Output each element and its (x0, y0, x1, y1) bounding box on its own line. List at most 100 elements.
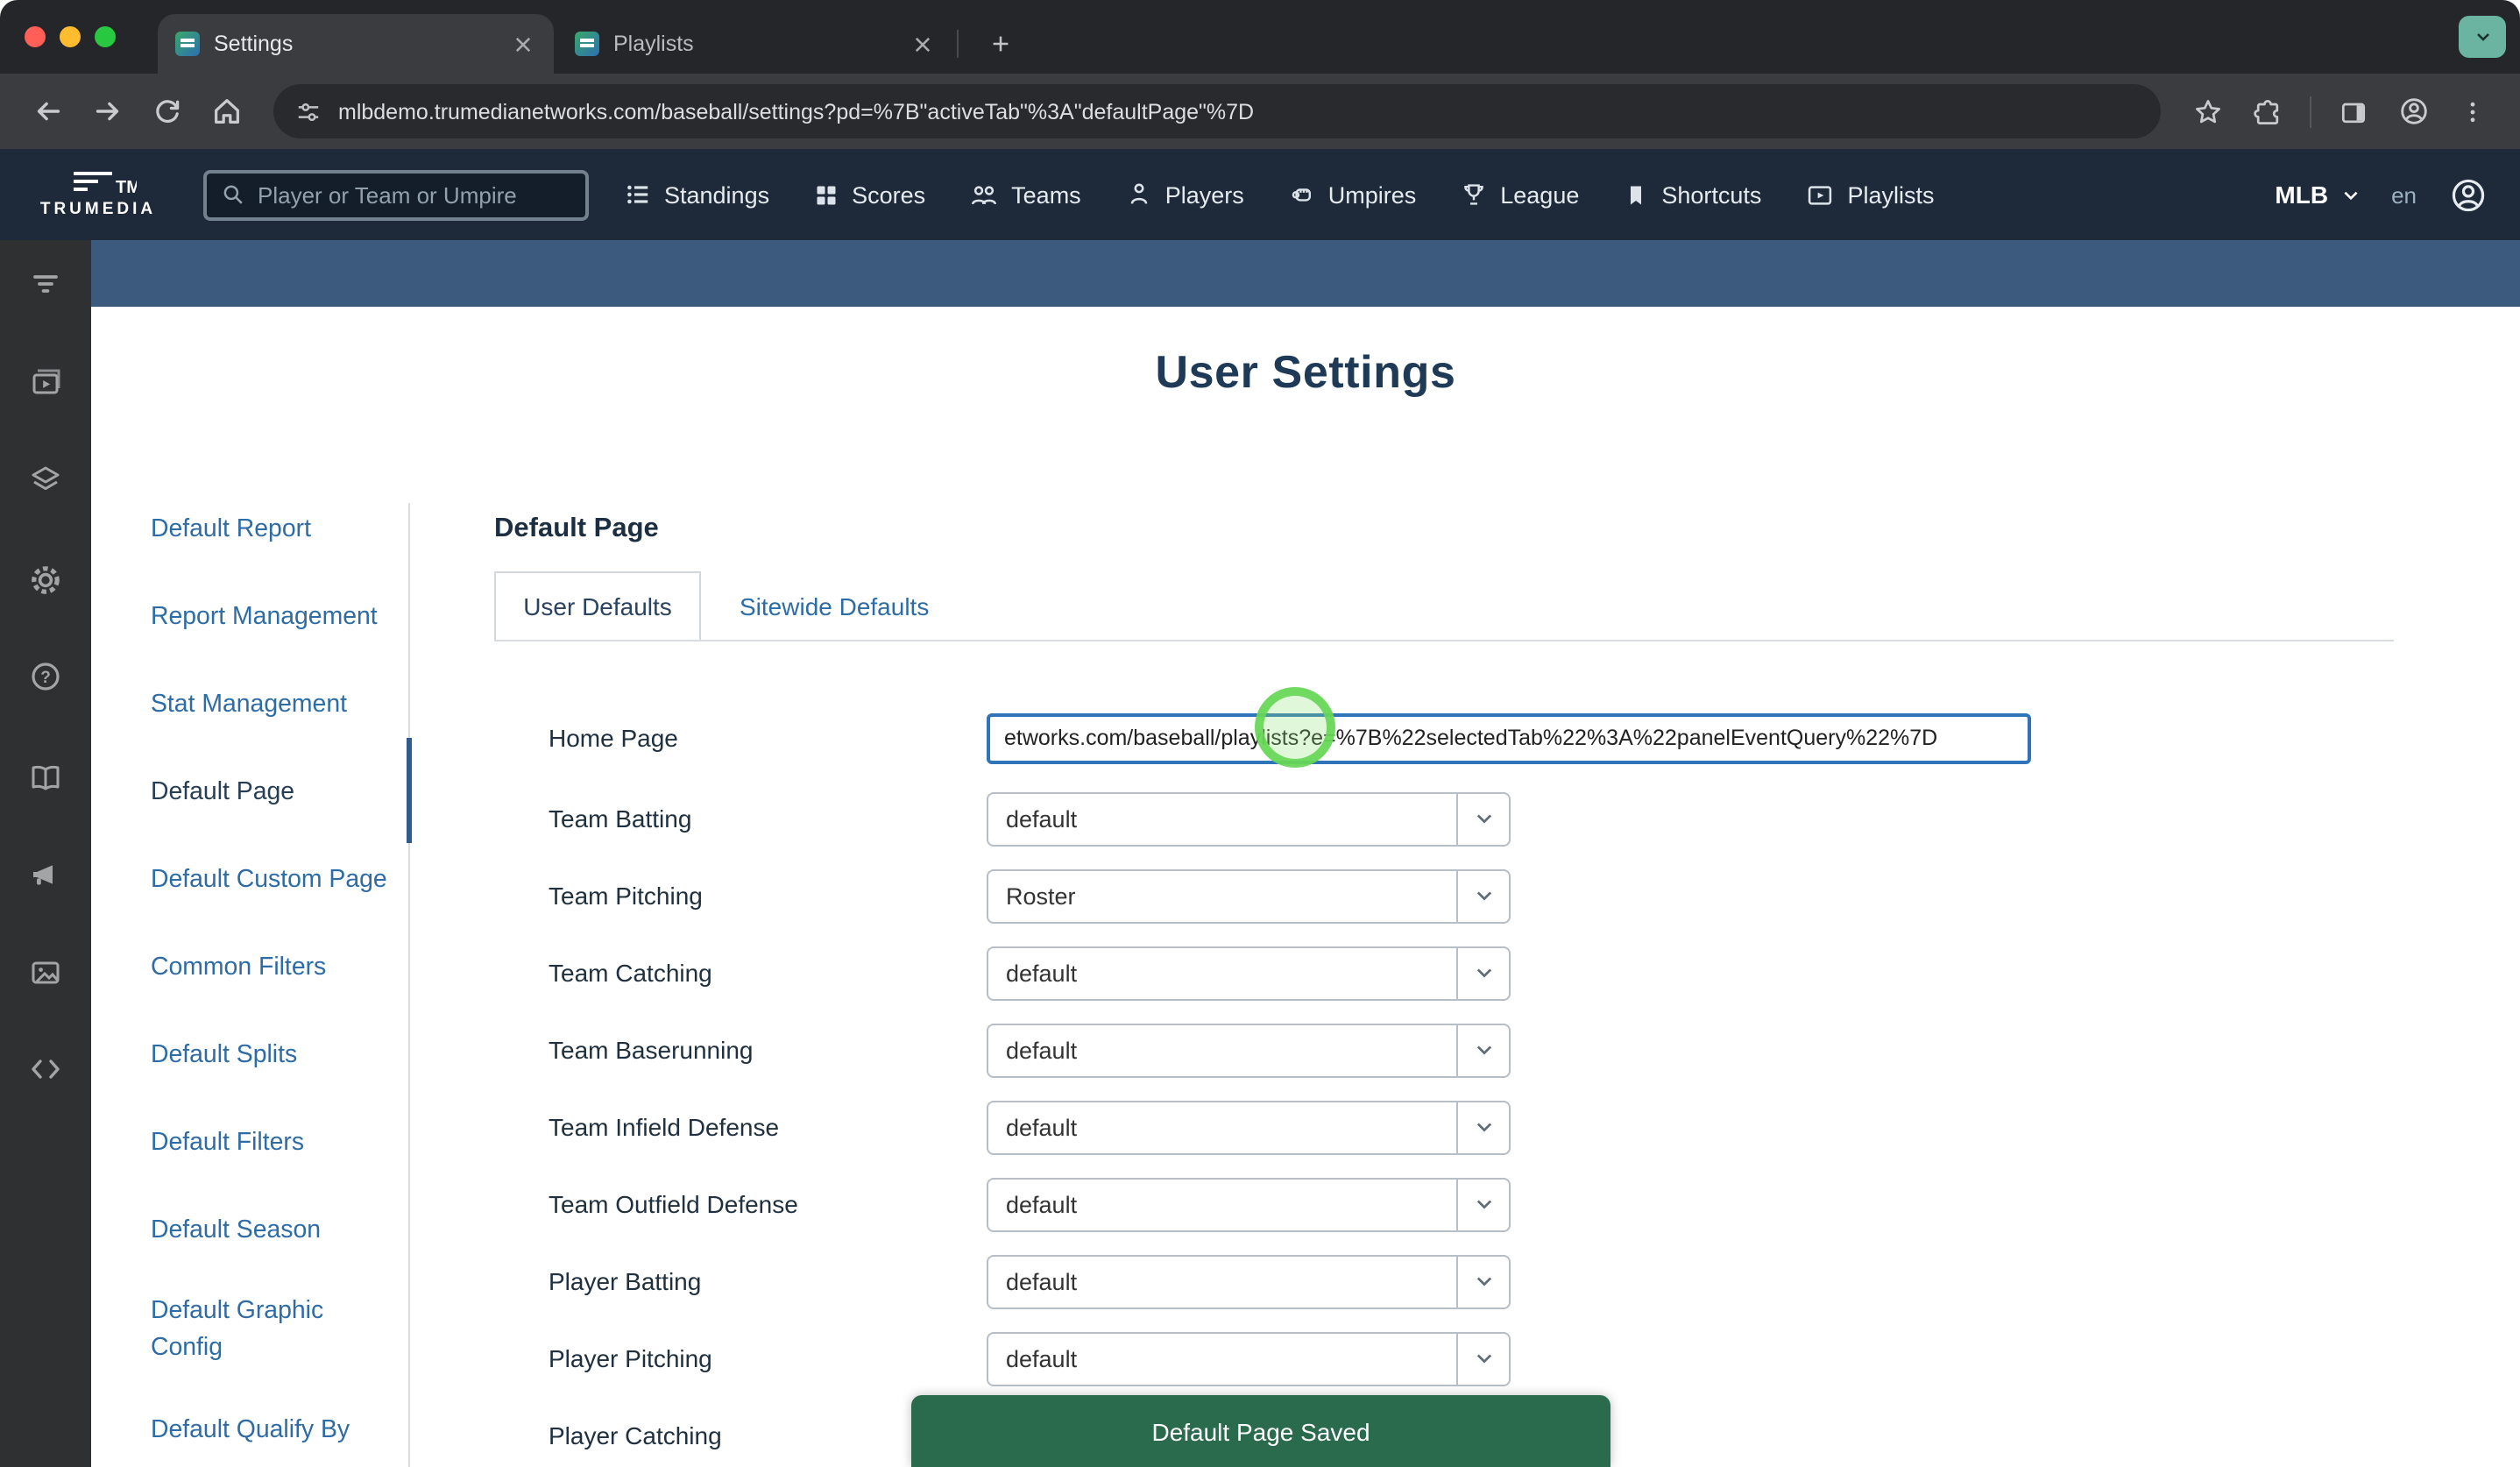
close-tab-icon[interactable] (908, 30, 936, 58)
window-close-button[interactable] (25, 26, 46, 47)
side-panel-icon[interactable] (2327, 85, 2380, 138)
tab-user-defaults[interactable]: User Defaults (494, 571, 701, 640)
nav-item-shortcuts[interactable]: Shortcuts (1623, 181, 1761, 208)
back-button[interactable] (21, 85, 74, 138)
bookmark-icon (1623, 181, 1649, 208)
form-row: Player Pitching default (549, 1330, 1511, 1386)
nav-item-scores[interactable]: Scores (813, 181, 925, 208)
chevron-down-icon (1456, 1102, 1509, 1152)
menu-item-default-graphic-config[interactable]: Default Graphic Config (151, 1292, 379, 1369)
browser-menu-kebab-icon[interactable] (2446, 85, 2499, 138)
menu-item-default-season[interactable]: Default Season (151, 1204, 414, 1257)
field-label: Team Infield Defense (549, 1113, 987, 1141)
menu-divider (408, 503, 410, 1467)
form-row: Team Catching default (549, 945, 1511, 1001)
browser-toolbar: mlbdemo.trumedianetworks.com/baseball/se… (0, 74, 2520, 149)
menu-item-default-page[interactable]: Default Page (151, 766, 414, 819)
tab-search-button[interactable] (2459, 16, 2506, 58)
megaphone-icon[interactable] (26, 855, 65, 894)
select-value: default (988, 1179, 1456, 1230)
site-nav: TM TRUMEDIA Standings Scores Teams (0, 149, 2520, 240)
help-icon[interactable]: ? (26, 657, 65, 696)
form-row: Team Outfield Defense default (549, 1176, 1511, 1232)
gallery-icon[interactable] (26, 953, 65, 992)
home-page-input[interactable] (987, 712, 2031, 763)
site-settings-icon (294, 97, 322, 125)
nav-label: Shortcuts (1661, 181, 1761, 208)
close-tab-icon[interactable] (508, 30, 536, 58)
filter-icon[interactable] (26, 265, 65, 303)
tabs-divider (494, 640, 2394, 641)
page-title: User Settings (91, 345, 2520, 400)
player-pitching-select[interactable]: default (987, 1331, 1511, 1386)
browser-tab-settings[interactable]: Settings (158, 14, 554, 74)
team-batting-select[interactable]: default (987, 791, 1511, 846)
section-title: Default Page (494, 514, 659, 545)
saved-toast: Default Page Saved (911, 1395, 1610, 1467)
menu-item-default-custom-page[interactable]: Default Custom Page (151, 854, 414, 906)
menu-item-default-report[interactable]: Default Report (151, 503, 414, 556)
forward-button[interactable] (81, 85, 133, 138)
layers-icon[interactable] (26, 461, 65, 500)
chevron-down-icon (1456, 1024, 1509, 1075)
browser-profile-avatar[interactable] (2387, 85, 2439, 138)
menu-item-stat-management[interactable]: Stat Management (151, 678, 414, 731)
nav-item-players[interactable]: Players (1125, 181, 1244, 209)
team-pitching-select[interactable]: Roster (987, 868, 1511, 923)
nav-item-league[interactable]: League (1460, 181, 1579, 209)
form-row: Team Batting default (549, 790, 1511, 847)
chevron-down-icon (1456, 1179, 1509, 1230)
new-tab-button[interactable] (978, 21, 1023, 67)
left-toolbar: ? (0, 240, 91, 1467)
form-row: Team Baserunning default (549, 1022, 1511, 1078)
menu-item-default-filters[interactable]: Default Filters (151, 1116, 414, 1169)
menu-item-default-splits[interactable]: Default Splits (151, 1029, 414, 1081)
extensions-icon[interactable] (2241, 85, 2294, 138)
league-selector[interactable]: MLB (2275, 181, 2360, 209)
form-row-home-page: Home Page (549, 710, 2031, 766)
nav-item-standings[interactable]: Standings (624, 181, 769, 209)
address-bar[interactable]: mlbdemo.trumedianetworks.com/baseball/se… (273, 84, 2161, 138)
tab-favicon (575, 32, 599, 56)
video-library-icon[interactable] (26, 363, 65, 401)
select-value: Roster (988, 870, 1456, 921)
trumedia-logo[interactable]: TM TRUMEDIA (18, 170, 179, 219)
menu-item-common-filters[interactable]: Common Filters (151, 941, 414, 994)
team-infield-defense-select[interactable]: default (987, 1100, 1511, 1154)
glossary-book-icon[interactable] (26, 759, 65, 797)
browser-tab-playlists[interactable]: Playlists (557, 14, 953, 74)
reload-button[interactable] (140, 85, 193, 138)
tab-sitewide-defaults[interactable]: Sitewide Defaults (701, 571, 967, 640)
tab-separator (957, 30, 959, 58)
nav-label: Standings (664, 181, 769, 208)
nav-item-playlists[interactable]: Playlists (1805, 180, 1934, 209)
tab-title: Settings (214, 32, 508, 56)
player-icon (1125, 181, 1153, 209)
scores-grid-icon (813, 181, 839, 208)
account-icon[interactable] (2448, 174, 2488, 215)
chevron-down-icon (2472, 26, 2493, 47)
nav-item-umpires[interactable]: Umpires (1288, 181, 1417, 209)
window-zoom-button[interactable] (95, 26, 116, 47)
nav-item-teams[interactable]: Teams (969, 180, 1081, 209)
menu-item-report-management[interactable]: Report Management (151, 591, 414, 643)
locale-selector[interactable]: en (2391, 181, 2417, 208)
svg-text:?: ? (40, 669, 51, 687)
window-minimize-button[interactable] (60, 26, 81, 47)
team-catching-select[interactable]: default (987, 946, 1511, 1000)
select-value: default (988, 947, 1456, 998)
code-icon[interactable] (26, 1050, 65, 1088)
nav-label: Teams (1011, 181, 1081, 208)
team-outfield-defense-select[interactable]: default (987, 1177, 1511, 1231)
home-button[interactable] (200, 85, 252, 138)
form-row: Team Infield Defense default (549, 1099, 1511, 1155)
team-baserunning-select[interactable]: default (987, 1023, 1511, 1077)
gear-icon[interactable] (26, 561, 65, 599)
site-search[interactable] (203, 169, 589, 220)
player-batting-select[interactable]: default (987, 1254, 1511, 1308)
search-input[interactable] (258, 181, 571, 208)
menu-item-default-qualify-by[interactable]: Default Qualify By (151, 1404, 414, 1456)
bookmark-star-icon[interactable] (2182, 85, 2234, 138)
search-icon (221, 182, 245, 207)
standings-icon (624, 181, 652, 209)
